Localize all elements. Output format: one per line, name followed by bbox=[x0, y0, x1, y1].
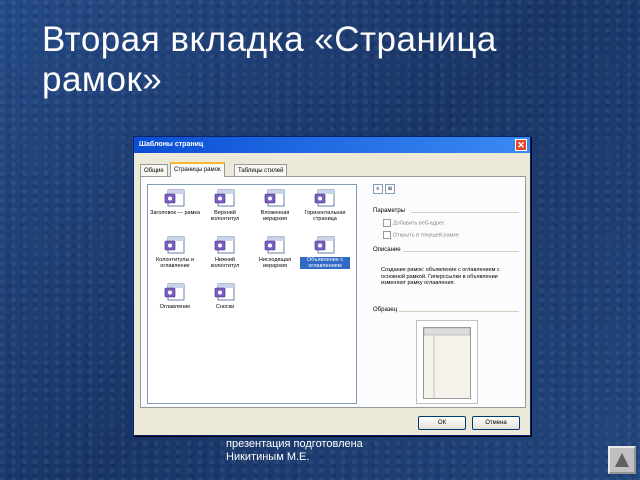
frame-template-icon bbox=[314, 235, 336, 255]
template-item-label: Нисходящая иерархия bbox=[258, 257, 292, 269]
footer-line-1: презентация подготовлена bbox=[226, 438, 363, 450]
template-item[interactable]: Заголовок — рамка bbox=[150, 188, 200, 216]
preview-divider bbox=[399, 311, 519, 312]
checkbox-icon bbox=[383, 219, 391, 227]
frame-template-icon bbox=[214, 235, 236, 255]
template-item-label: Колонтитулы и оглавление bbox=[155, 257, 195, 269]
navigation-icon bbox=[615, 453, 629, 467]
template-item-label: Горизонтальная страница bbox=[304, 210, 346, 222]
option-label: Добавить веб-адрес bbox=[393, 220, 445, 227]
footer-line-2: Никитиным М.Е. bbox=[226, 451, 310, 463]
template-item-label: Заголовок — рамка bbox=[150, 210, 200, 216]
template-item[interactable]: Нижний колонтитул bbox=[200, 235, 250, 269]
frame-template-icon bbox=[214, 282, 236, 302]
description-divider bbox=[403, 251, 519, 252]
dialog-titlebar[interactable]: Шаблоны страниц ✕ bbox=[134, 137, 530, 153]
frame-template-icon bbox=[164, 188, 186, 208]
template-item[interactable]: Сноски bbox=[200, 282, 250, 310]
dialog-title: Шаблоны страниц bbox=[139, 141, 204, 148]
list-view-button[interactable]: ≡ bbox=[373, 184, 383, 194]
options-label: Параметры bbox=[373, 208, 405, 214]
template-item-label: Объявление с оглавлением bbox=[300, 257, 350, 269]
page-templates-dialog: Шаблоны страниц ✕ Общие Страницы рамок Т… bbox=[133, 136, 531, 436]
description-label: Описание bbox=[373, 247, 401, 253]
tab-panel: Заголовок — рамка Верхний колонтитул Вложе… bbox=[140, 176, 526, 408]
frame-template-icon bbox=[214, 188, 236, 208]
preview-label: Образец bbox=[373, 307, 398, 313]
description-text: Создание рамок: объявление с оглавлением… bbox=[381, 267, 500, 286]
template-item[interactable]: Нисходящая иерархия bbox=[250, 235, 300, 269]
frame-template-icon bbox=[164, 282, 186, 302]
option-label: Открыть в текущей рамке bbox=[393, 232, 459, 239]
template-item[interactable]: Верхний колонтитул bbox=[200, 188, 250, 222]
template-item-label: Сноски bbox=[215, 304, 235, 310]
template-item-label: Оглавление bbox=[159, 304, 191, 310]
template-item[interactable]: Оглавление bbox=[150, 282, 200, 310]
frame-template-icon bbox=[314, 188, 336, 208]
slide-title: Вторая вкладка «Страница рамок» bbox=[42, 20, 497, 99]
frame-template-icon bbox=[164, 235, 186, 255]
frame-template-icon bbox=[264, 188, 286, 208]
checkbox-icon bbox=[383, 231, 391, 239]
close-icon: ✕ bbox=[517, 140, 525, 150]
tab-style-sheets[interactable]: Таблицы стилей bbox=[234, 164, 288, 176]
option-open-current-frame[interactable]: Открыть в текущей рамке bbox=[383, 231, 459, 239]
template-item-label: Нижний колонтитул bbox=[210, 257, 240, 269]
cancel-button[interactable]: Отмена bbox=[472, 416, 520, 430]
options-divider bbox=[411, 212, 519, 213]
template-item[interactable]: Колонтитулы и оглавление bbox=[150, 235, 200, 269]
template-list[interactable]: Заголовок — рамка Верхний колонтитул Вложе… bbox=[147, 184, 357, 404]
list-view-icon: ≡ bbox=[376, 186, 380, 192]
template-item[interactable]: Горизонтальная страница bbox=[300, 188, 350, 222]
tab-frames-pages[interactable]: Страницы рамок bbox=[170, 162, 225, 177]
frame-layout-icon bbox=[423, 327, 471, 398]
footer-credit: презентация подготовлена Никитиным М.Е. bbox=[226, 438, 363, 464]
preview-box bbox=[416, 320, 478, 404]
ok-button[interactable]: ОК bbox=[418, 416, 466, 430]
option-add-web-address[interactable]: Добавить веб-адрес bbox=[383, 219, 445, 227]
tab-general[interactable]: Общие bbox=[140, 164, 168, 176]
icon-view-button[interactable]: ⊞ bbox=[385, 184, 395, 194]
template-item[interactable]: Вложенная иерархия bbox=[250, 188, 300, 222]
template-item-label: Вложенная иерархия bbox=[260, 210, 290, 222]
frame-template-icon bbox=[264, 235, 286, 255]
template-item-label: Верхний колонтитул bbox=[210, 210, 240, 222]
slide-navigation-button[interactable] bbox=[608, 446, 636, 474]
close-button[interactable]: ✕ bbox=[515, 139, 527, 151]
icon-view-icon: ⊞ bbox=[387, 186, 393, 192]
template-item[interactable]: Объявление с оглавлением bbox=[300, 235, 350, 269]
preview-page-icon bbox=[423, 327, 471, 399]
